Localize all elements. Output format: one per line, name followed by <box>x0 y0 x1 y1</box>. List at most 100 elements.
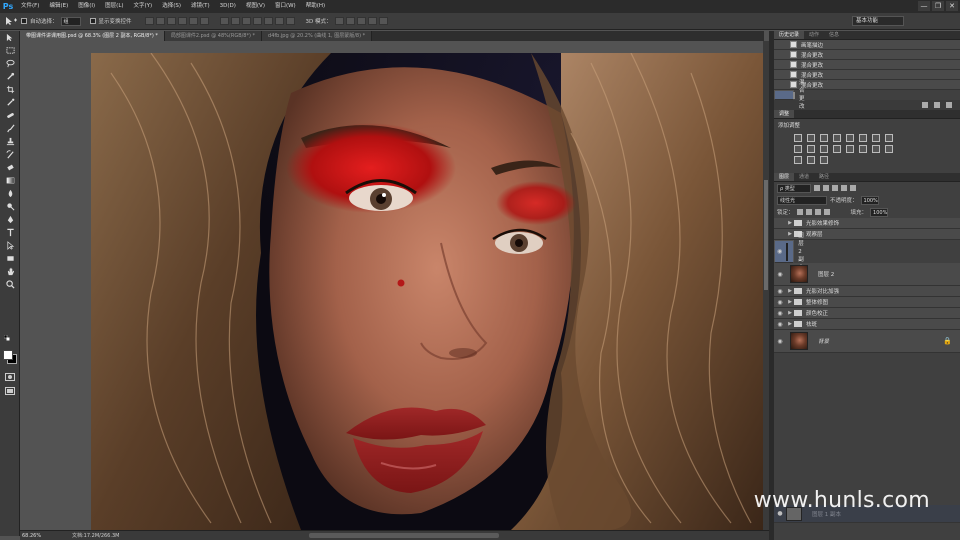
workspace-switcher[interactable]: 基本功能 <box>852 16 904 26</box>
restore-button[interactable]: ❐ <box>932 1 944 11</box>
adjustment-icon-14[interactable] <box>872 145 880 153</box>
clone-stamp-tool[interactable] <box>0 135 20 148</box>
layer-row[interactable]: ◉ ▶ 颜色校正 <box>774 308 960 319</box>
filter-type-icon[interactable] <box>832 185 838 191</box>
minimize-button[interactable]: — <box>918 1 930 11</box>
layer-row[interactable]: ◉ 图层 2 <box>774 263 960 286</box>
expand-arrow-icon[interactable]: ▶ <box>786 299 794 305</box>
distribute-bottom-icon[interactable] <box>241 17 251 25</box>
auto-select-dropdown[interactable]: 组 <box>60 16 81 26</box>
brush-tool[interactable] <box>0 122 20 135</box>
adjustment-icon-5[interactable] <box>859 134 867 142</box>
align-bottom-icon[interactable] <box>166 17 176 25</box>
blur-tool[interactable] <box>0 187 20 200</box>
menu-6[interactable]: 滤镜(T) <box>186 0 215 13</box>
layer-row[interactable]: ◉ ▶ 光影对比加强 <box>774 286 960 297</box>
pen-tool[interactable] <box>0 213 20 226</box>
menu-1[interactable]: 编辑(E) <box>44 0 73 13</box>
trash-icon[interactable] <box>946 102 952 108</box>
menu-2[interactable]: 图像(I) <box>73 0 100 13</box>
lock-image-icon[interactable] <box>805 209 812 215</box>
lock-position-icon[interactable] <box>814 209 821 215</box>
lock-all-icon[interactable] <box>823 209 830 215</box>
tab-history-1[interactable]: 动作 <box>804 31 824 39</box>
eye-icon[interactable]: ◉ <box>774 321 786 328</box>
adjustment-icon-18[interactable] <box>820 156 828 164</box>
menu-0[interactable]: 文件(F) <box>16 0 44 13</box>
align-top-icon[interactable] <box>144 17 154 25</box>
auto-select-checkbox[interactable] <box>21 18 27 24</box>
layer-row[interactable]: ◉ ▶ 祛斑 <box>774 319 960 330</box>
3d-rotate-icon[interactable] <box>334 17 344 25</box>
eye-icon[interactable]: ◉ <box>774 310 786 317</box>
eyedropper-tool[interactable] <box>0 96 20 109</box>
distribute-vcenter-icon[interactable] <box>230 17 240 25</box>
tab-layers-1[interactable]: 通道 <box>794 173 814 181</box>
layer-filter-dropdown[interactable]: ρ 类型 <box>777 183 811 193</box>
adjustment-icon-15[interactable] <box>885 145 893 153</box>
type-tool[interactable] <box>0 226 20 239</box>
menu-10[interactable]: 帮助(H) <box>301 0 330 13</box>
eraser-tool[interactable] <box>0 161 20 174</box>
color-swatches[interactable] <box>2 349 18 365</box>
history-state[interactable]: 混合更改 <box>774 50 960 60</box>
adjustment-icon-13[interactable] <box>859 145 867 153</box>
crop-tool[interactable] <box>0 83 20 96</box>
expand-arrow-icon[interactable]: ▶ <box>786 231 794 237</box>
history-brush-tool[interactable] <box>0 148 20 161</box>
adjustment-icon-3[interactable] <box>833 134 841 142</box>
eye-icon[interactable]: ◉ <box>774 299 786 306</box>
close-button[interactable]: ✕ <box>946 1 958 11</box>
history-state[interactable]: 混合更改 <box>774 60 960 70</box>
shape-tool[interactable] <box>0 252 20 265</box>
distribute-hcenter-icon[interactable] <box>263 17 273 25</box>
adjustment-icon-17[interactable] <box>807 156 815 164</box>
adjustment-icon-4[interactable] <box>846 134 854 142</box>
opacity-field[interactable]: 100% <box>860 195 879 205</box>
adjustment-icon-2[interactable] <box>820 134 828 142</box>
align-vcenter-icon[interactable] <box>155 17 165 25</box>
expand-arrow-icon[interactable]: ▶ <box>786 220 794 226</box>
3d-slide-icon[interactable] <box>367 17 377 25</box>
blend-mode-dropdown[interactable]: 线性光 <box>777 195 827 205</box>
vertical-scroll-thumb[interactable] <box>764 180 768 290</box>
adjustment-icon-8[interactable] <box>794 145 802 153</box>
document-size[interactable]: 文档:17.2M/266.3M <box>72 532 119 539</box>
quick-select-tool[interactable] <box>0 70 20 83</box>
adjustment-icon-16[interactable] <box>794 156 802 164</box>
3d-scale-icon[interactable] <box>378 17 388 25</box>
marquee-tool[interactable] <box>0 44 20 57</box>
layer-row[interactable]: ◉ 背景 🔒 <box>774 330 960 353</box>
3d-roll-icon[interactable] <box>345 17 355 25</box>
layer-row[interactable]: ◉ ▶ 整体修图 <box>774 297 960 308</box>
3d-pan-icon[interactable] <box>356 17 366 25</box>
eye-icon[interactable]: ◉ <box>774 288 786 295</box>
quick-mask-icon[interactable] <box>5 373 15 383</box>
filter-shape-icon[interactable] <box>841 185 847 191</box>
filter-adjust-icon[interactable] <box>823 185 829 191</box>
tab-adjustments[interactable]: 调整 <box>774 110 795 118</box>
align-hcenter-icon[interactable] <box>188 17 198 25</box>
document-tab-0[interactable]: 带图课件讲课用图.psd @ 68.3% (图层 2 副本, RGB/8*) * <box>20 31 165 41</box>
filter-pixel-icon[interactable] <box>814 185 820 191</box>
camera-snapshot-icon[interactable] <box>934 102 940 108</box>
adjustment-icon-7[interactable] <box>885 134 893 142</box>
layer-row[interactable]: ▶ 光影效果修饰 <box>774 218 960 229</box>
layer-row[interactable]: ◉图层 2 副本 <box>774 233 804 271</box>
adjustment-icon-0[interactable] <box>794 134 802 142</box>
adjustment-icon-1[interactable] <box>807 134 815 142</box>
menu-4[interactable]: 文字(Y) <box>129 0 158 13</box>
zoom-level[interactable]: 68.26% <box>20 533 42 539</box>
tab-history-2[interactable]: 信息 <box>824 31 844 39</box>
document-canvas[interactable] <box>91 53 763 530</box>
auto-align-icon[interactable] <box>285 17 295 25</box>
expand-arrow-icon[interactable]: ▶ <box>786 321 794 327</box>
lock-transparent-icon[interactable] <box>796 209 803 215</box>
tab-history-0[interactable]: 历史记录 <box>774 31 805 39</box>
move-tool-icon[interactable] <box>4 16 18 26</box>
show-transform-checkbox[interactable] <box>89 18 96 24</box>
expand-arrow-icon[interactable]: ▶ <box>786 288 794 294</box>
foreground-color-swatch[interactable] <box>3 350 13 360</box>
gradient-tool[interactable] <box>0 174 20 187</box>
tab-layers-2[interactable]: 路径 <box>814 173 834 181</box>
